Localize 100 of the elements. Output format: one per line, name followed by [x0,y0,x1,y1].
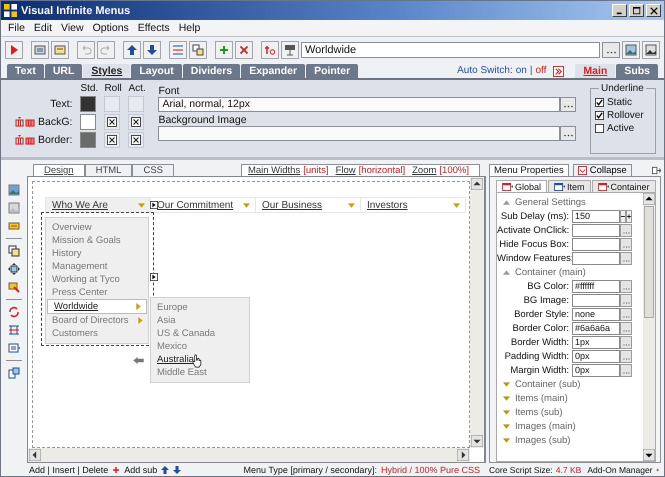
browse-button[interactable] [620,238,632,250]
link-toggle-icon[interactable] [15,135,35,145]
style-tab[interactable]: Pointer [306,64,358,78]
option-link[interactable]: Flow [336,165,356,176]
checkbox[interactable] [595,124,604,133]
submenu-item[interactable]: Worldwide [47,299,147,314]
property-field[interactable]: 150 [572,210,620,222]
expand-marker-icon[interactable] [150,201,158,209]
none-icon[interactable] [107,135,118,145]
expand-arrow-icon[interactable] [503,424,510,428]
move-icon[interactable] [8,263,20,275]
menu-item[interactable]: Our Business [256,198,360,212]
browse-button[interactable] [620,364,632,376]
section-header[interactable]: Items (main) [515,392,568,404]
section-header[interactable]: Items (sub) [515,406,563,418]
option-link[interactable]: Main Widths [248,165,300,176]
style-tab[interactable]: Expander [241,64,306,78]
menu-item[interactable]: Options [92,22,129,34]
expand-arrow-icon[interactable] [503,438,510,442]
grid-icon[interactable] [8,324,20,336]
submenu-item[interactable]: Management [46,260,148,273]
expand-arrow-icon[interactable] [503,396,510,400]
color-swatch[interactable] [80,114,96,130]
browse-button[interactable] [620,336,632,348]
level-tab[interactable]: Subs [616,64,658,78]
section-header[interactable]: Images (main) [515,420,576,432]
browse-button[interactable] [620,294,632,306]
scroll-left-button[interactable] [29,449,41,461]
menu-item[interactable]: View [61,22,84,34]
up-arrow-icon[interactable] [161,466,170,474]
dock-icon[interactable] [652,166,661,174]
submenu-item[interactable]: Mission & Goals [46,234,148,247]
collapse-arrow-icon[interactable] [503,200,510,204]
none-icon[interactable] [107,117,118,127]
submenu-item[interactable]: Board of Directors [46,314,148,327]
expand-marker-icon[interactable] [150,273,158,281]
scroll-up-button[interactable] [643,193,655,205]
view-tab[interactable]: Design [33,164,85,176]
view-tab[interactable]: HTML [84,164,132,176]
property-field[interactable] [572,224,620,236]
style-tab[interactable]: Text [7,64,44,78]
auto-switch-option[interactable]: on [516,64,527,78]
properties-tab[interactable]: Item [548,180,591,192]
browse-button[interactable] [620,308,632,320]
property-field[interactable]: 0px [572,364,620,376]
properties-tab[interactable]: Container [592,180,656,192]
decrement-button[interactable] [620,210,626,222]
property-field[interactable]: none [572,308,620,320]
option-link[interactable]: Zoom [412,165,436,176]
picture-icon[interactable] [8,184,20,196]
menu-item[interactable]: Our Commitment [151,198,255,212]
submenu-item[interactable]: US & Canada [151,327,249,340]
submenu-item[interactable]: Customers [46,327,148,340]
play-button[interactable] [5,41,23,59]
menu-item[interactable]: Edit [34,22,52,34]
submenu-item[interactable]: Overview [46,221,148,234]
color-swatch[interactable] [80,96,96,112]
vertical-scrollbar[interactable] [470,177,484,448]
menu-item[interactable]: Who We Are [46,198,150,212]
section-header[interactable]: General Settings [515,196,586,208]
browse-button[interactable] [620,280,632,292]
link-button[interactable] [281,41,299,59]
style-tab[interactable]: URL [44,64,82,78]
refresh-icon[interactable] [8,306,20,318]
style-tab[interactable]: Styles [83,64,130,78]
delete-button[interactable] [235,41,253,59]
section-header[interactable]: Images (sub) [515,434,570,446]
scroll-up-button[interactable] [471,178,483,190]
item-actions-link[interactable]: Add | Insert | Delete [29,464,108,474]
windows-icon[interactable] [8,367,20,379]
move-down-button[interactable] [143,41,161,59]
add-button[interactable] [215,41,233,59]
expand-arrow-icon[interactable] [503,382,510,386]
property-field[interactable]: #6a6a6a [572,322,620,334]
browse-button[interactable] [620,322,632,334]
horizontal-scrollbar[interactable] [28,448,470,462]
menu-item[interactable]: Effects [138,22,170,34]
vertical-scrollbar[interactable] [643,193,655,461]
level-tab[interactable]: Main [575,64,616,78]
collapse-arrow-icon[interactable] [503,270,510,274]
none-icon[interactable] [131,135,142,145]
image-button[interactable] [642,41,660,59]
scrollbar-thumb[interactable] [644,206,654,318]
panel-tab[interactable]: Menu Properties [489,164,569,176]
none-icon[interactable] [131,117,142,127]
list-icon[interactable] [8,342,20,354]
maximize-button[interactable] [629,4,644,17]
menu-item[interactable]: Investors [361,198,465,212]
property-field[interactable]: 1px [572,336,620,348]
properties-tab[interactable]: Global [496,180,548,192]
empty-swatch[interactable] [128,96,144,112]
property-field[interactable]: #ffffff [572,280,620,292]
browse-button[interactable] [620,350,632,362]
font-field[interactable]: Arial, normal, 12px [158,97,560,112]
submenu-item[interactable]: Asia [151,314,249,327]
add-item-button[interactable] [31,41,49,59]
color-swatch[interactable] [80,132,96,148]
menu-item[interactable]: Help [178,22,200,34]
edit-item-button[interactable] [51,41,69,59]
checkbox[interactable] [595,98,604,107]
